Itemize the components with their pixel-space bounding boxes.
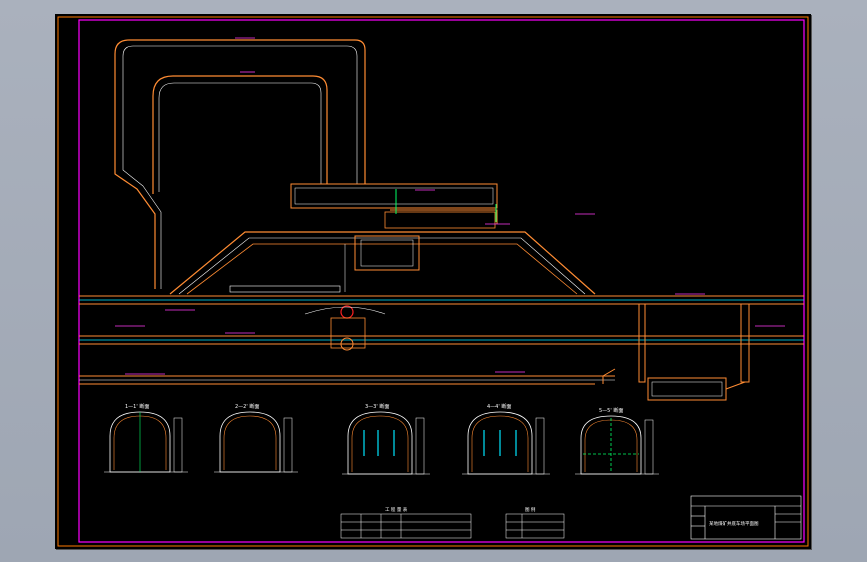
cad-viewport: 1—1' 断面 2—2' 断面 3—3' 断面 4—4' 断面 5—5' 断面 … [0, 0, 867, 562]
section-4-label: 4—4' 断面 [487, 403, 511, 410]
legend-title: 图 例 [525, 506, 536, 513]
dimension-marks [115, 37, 785, 375]
cross-section-4 [462, 411, 550, 475]
section-2-label: 2—2' 断面 [235, 403, 259, 410]
cross-section-3 [342, 411, 430, 475]
legend-table [505, 513, 565, 539]
cross-section-1 [104, 411, 188, 473]
main-tracks [79, 295, 804, 385]
right-chambers [602, 303, 750, 401]
title-block [690, 495, 802, 540]
trapezoid-loop [169, 231, 596, 295]
inner-loop-roadway [152, 75, 328, 194]
outer-frame [57, 16, 809, 547]
shaft-bottom [304, 305, 386, 351]
section-5-label: 5—5' 断面 [599, 407, 623, 414]
quantity-table [340, 513, 472, 539]
cross-section-2 [214, 411, 298, 473]
drawing-canvas: 1—1' 断面 2—2' 断面 3—3' 断面 4—4' 断面 5—5' 断面 … [57, 16, 809, 547]
section-3-label: 3—3' 断面 [365, 403, 389, 410]
cross-section-5 [575, 415, 659, 475]
central-facility [290, 183, 498, 229]
quantity-table-title: 工 程 量 表 [385, 506, 408, 513]
inner-frame [78, 19, 805, 543]
drawing-sheet: 1—1' 断面 2—2' 断面 3—3' 断面 4—4' 断面 5—5' 断面 … [55, 14, 811, 549]
section-1-label: 1—1' 断面 [125, 403, 149, 410]
drawing-title: 某地煤矿井底车场平面图 [709, 520, 759, 527]
